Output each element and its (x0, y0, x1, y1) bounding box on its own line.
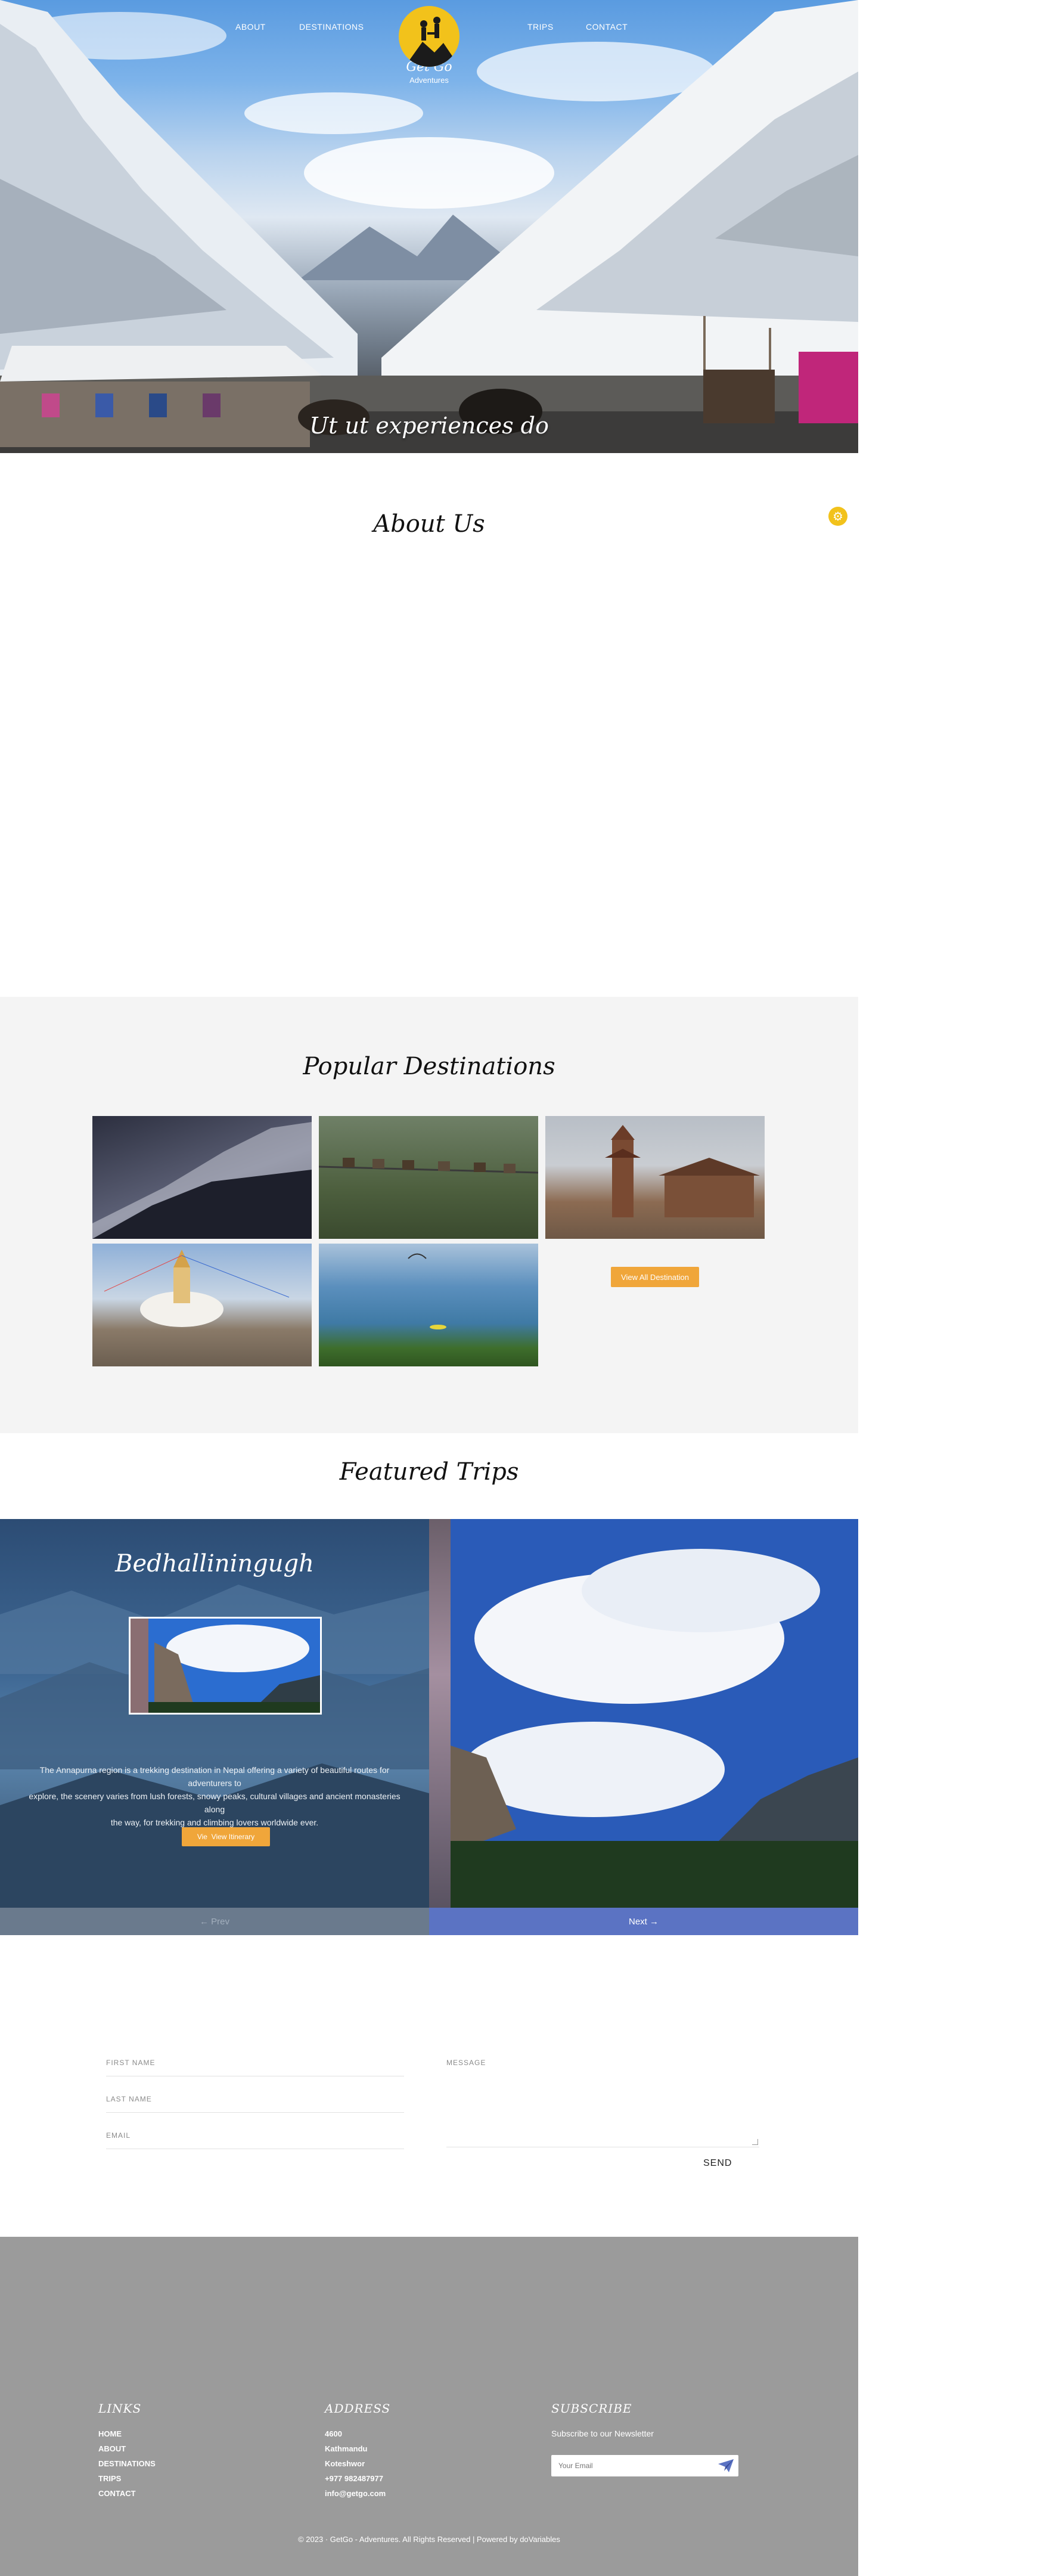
address-email[interactable]: info@getgo.com (325, 2489, 386, 2498)
hikers-icon (405, 17, 459, 67)
popular-title: Popular Destinations (303, 1053, 555, 1080)
address-postcode: 4600 (325, 2429, 342, 2438)
send-plane-icon[interactable] (717, 2458, 735, 2473)
itinerary-prefix: Vie (197, 1833, 207, 1841)
footer-link-home[interactable]: HOME (98, 2429, 122, 2438)
footer-links-heading: LINKS (98, 2401, 142, 2416)
view-all-destinations-button[interactable]: View All Destination (611, 1267, 699, 1287)
itinerary-label: View Itinerary (211, 1833, 255, 1841)
newsletter-form (551, 2455, 738, 2476)
nav-destinations-link[interactable]: DESTINATIONS (299, 22, 364, 32)
destination-tile-temple-square[interactable] (545, 1116, 765, 1239)
message-label: MESSAGE (446, 2059, 486, 2067)
nav-contact-link[interactable]: CONTACT (586, 22, 628, 32)
footer-address-heading: ADDRESS (325, 2401, 391, 2416)
logo-sun-icon (399, 6, 459, 67)
footer-link-destinations[interactable]: DESTINATIONS (98, 2459, 156, 2468)
first-name-label: FIRST NAME (106, 2059, 156, 2067)
footer-link-about[interactable]: ABOUT (98, 2444, 126, 2453)
address-phone[interactable]: +977 982487977 (325, 2474, 383, 2483)
mountain-ridge-image (92, 1122, 312, 1239)
destination-tile-suspension-bridge[interactable] (319, 1116, 538, 1239)
destination-tile-lake-paragliding[interactable] (319, 1244, 538, 1366)
last-name-field[interactable] (106, 2112, 404, 2113)
slide-divider-strip (429, 1519, 451, 1908)
settings-gear-icon[interactable]: ⚙ (828, 507, 847, 526)
brand-logo[interactable]: Get Go Adventures (397, 6, 461, 86)
last-name-label: LAST NAME (106, 2095, 152, 2103)
address-city: Kathmandu (325, 2444, 368, 2453)
temple-image (605, 1125, 760, 1217)
address-area: Koteshwor (325, 2459, 365, 2468)
footer-link-contact[interactable]: CONTACT (98, 2489, 136, 2498)
page: ABOUT DESTINATIONS TRIPS CONTACT Get Go … (0, 0, 858, 2576)
trip-description-line-2: explore, the scenery varies from lush fo… (29, 1791, 400, 1814)
trip-thumbnail[interactable] (129, 1617, 322, 1715)
trip-description-line-1: The Annapurna region is a trekking desti… (39, 1765, 390, 1788)
featured-trip-image[interactable] (451, 1519, 858, 1908)
hero-section: ABOUT DESTINATIONS TRIPS CONTACT Get Go … (0, 0, 858, 453)
about-title: About Us (373, 510, 485, 538)
stupa-image (104, 1250, 290, 1327)
subscribe-text: Subscribe to our Newsletter (551, 2429, 654, 2438)
copyright-text: © 2023 · GetGo - Adventures. All Rights … (298, 2535, 560, 2544)
trip-title: Bedhalliningugh (115, 1550, 314, 1577)
destination-tile-stupa[interactable] (92, 1244, 312, 1366)
email-label: EMAIL (106, 2131, 131, 2140)
next-slide-button[interactable]: Next → (429, 1908, 858, 1935)
hero-tagline: Ut ut experiences do (309, 413, 549, 439)
trip-description: The Annapurna region is a trekking desti… (18, 1763, 411, 1829)
cloudy-cliff-image (451, 1549, 858, 1908)
destination-tile-mountain-ridge[interactable] (92, 1116, 312, 1239)
featured-title: Featured Trips (339, 1458, 519, 1486)
view-itinerary-button[interactable]: Vie View Itinerary (182, 1827, 270, 1846)
lake-image (408, 1253, 446, 1329)
footer-link-trips[interactable]: TRIPS (98, 2474, 121, 2483)
send-button[interactable]: SEND (703, 2158, 732, 2169)
prev-slide-button[interactable]: ← Prev (0, 1908, 429, 1935)
brand-subtitle: Adventures (409, 76, 449, 85)
footer-subscribe-heading: SUBSCRIBE (551, 2401, 632, 2416)
newsletter-email-input[interactable] (551, 2455, 706, 2476)
nav-about-link[interactable]: ABOUT (235, 22, 266, 32)
nav-trips-link[interactable]: TRIPS (527, 22, 554, 32)
trip-thumbnail-image (131, 1619, 320, 1713)
message-resize-handle[interactable] (752, 2139, 758, 2145)
bridge-image (319, 1158, 538, 1174)
